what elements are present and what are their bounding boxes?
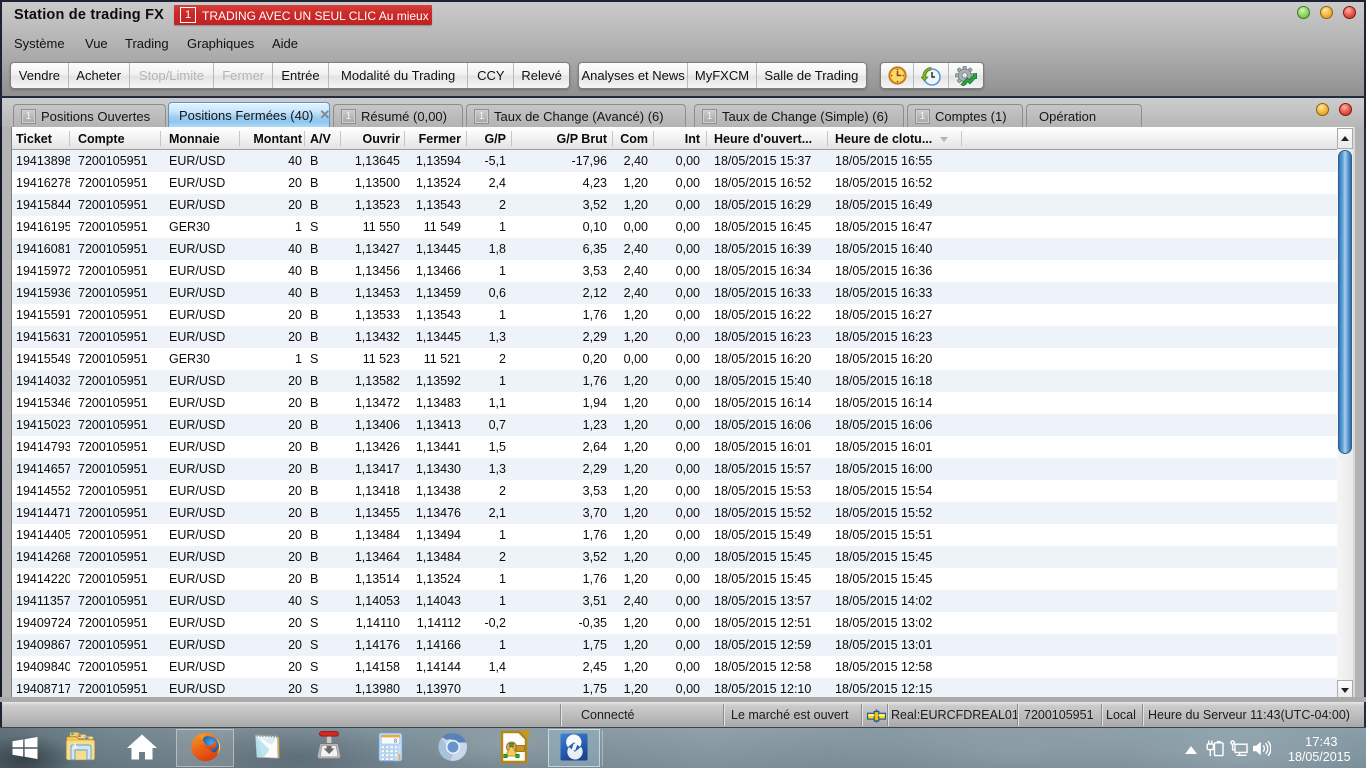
svg-text:0: 0 bbox=[394, 738, 398, 745]
